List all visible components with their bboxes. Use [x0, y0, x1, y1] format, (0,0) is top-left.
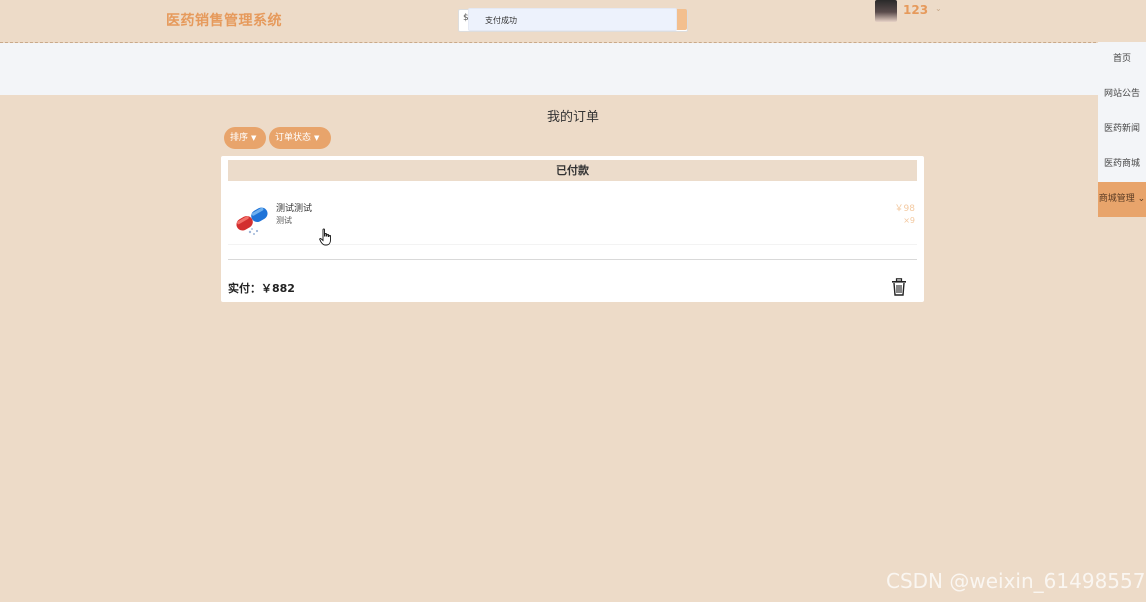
- search-button[interactable]: [676, 9, 687, 30]
- product-quantity: ×9: [903, 216, 915, 225]
- side-nav: 首页 网站公告 医药新闻 医药商城 商城管理 ⌄: [1098, 42, 1146, 217]
- delete-order-trash-icon[interactable]: [891, 278, 907, 296]
- watermark-text: CSDN @weixin_61498557: [886, 569, 1146, 593]
- order-status-label: 订单状态: [275, 133, 312, 143]
- payment-success-toast: 支付成功: [468, 8, 677, 31]
- caret-down-icon: ▼: [251, 134, 257, 142]
- side-nav-mall[interactable]: 医药商城: [1098, 147, 1146, 182]
- caret-down-icon: ▼: [314, 134, 320, 142]
- user-name[interactable]: 123: [903, 3, 928, 17]
- total-divider: [228, 259, 917, 260]
- side-nav-mall-management[interactable]: 商城管理 ⌄: [1098, 182, 1146, 217]
- order-total: 实付：￥882: [228, 282, 295, 295]
- product-price: ￥98: [894, 204, 915, 214]
- toast-message: 支付成功: [485, 16, 517, 25]
- product-image[interactable]: [232, 199, 272, 239]
- user-avatar[interactable]: [875, 0, 897, 22]
- top-bar: 医药销售管理系统 $ 支付成功 123 ⌄: [0, 0, 1146, 43]
- order-status-badge: 已付款: [228, 160, 917, 181]
- app-title[interactable]: 医药销售管理系统: [166, 10, 282, 30]
- sort-dropdown-button[interactable]: 排序 ▼: [224, 127, 266, 149]
- sort-label: 排序: [230, 133, 249, 143]
- side-nav-home[interactable]: 首页: [1098, 42, 1146, 77]
- banner-area: [0, 43, 1098, 95]
- page-title: 我的订单: [546, 110, 599, 125]
- product-name[interactable]: 测试测试: [276, 201, 312, 214]
- user-menu-caret-icon[interactable]: ⌄: [935, 4, 942, 13]
- hand-pointer-cursor-icon: [319, 228, 331, 246]
- product-description: 测试: [276, 216, 292, 225]
- order-status-dropdown-button[interactable]: 订单状态 ▼: [269, 127, 331, 149]
